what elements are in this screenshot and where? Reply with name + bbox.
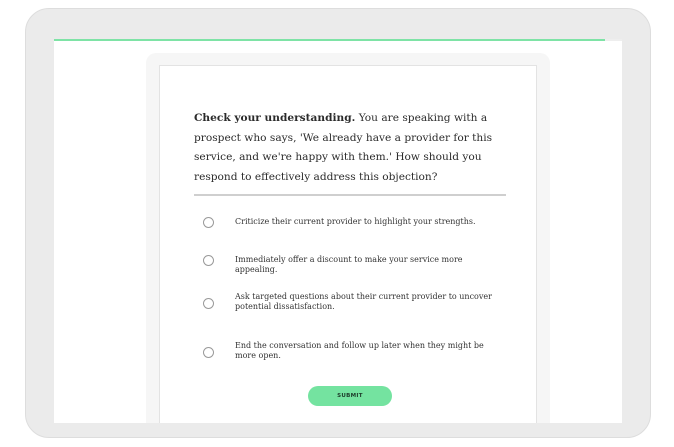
progress-bar-fill xyxy=(54,39,605,41)
lesson-screen: Check your understanding. You are speaki… xyxy=(54,39,622,423)
progress-bar xyxy=(54,39,622,41)
question-lead: Check your understanding. xyxy=(194,112,356,124)
question-divider xyxy=(194,194,506,196)
device-frame: Check your understanding. You are speaki… xyxy=(25,8,651,438)
submit-button[interactable]: SUBMIT xyxy=(308,386,392,406)
answer-option-4[interactable]: End the conversation and follow up later… xyxy=(160,338,536,368)
answer-option-3[interactable]: Ask targeted questions about their curre… xyxy=(160,289,536,319)
question-text: Check your understanding. You are speaki… xyxy=(194,109,512,187)
radio-button[interactable] xyxy=(203,255,214,266)
radio-button[interactable] xyxy=(203,217,214,228)
answer-option-label: Ask targeted questions about their curre… xyxy=(235,292,492,311)
radio-button[interactable] xyxy=(203,298,214,309)
answer-option-2[interactable]: Immediately offer a discount to make you… xyxy=(160,250,536,280)
answer-option-label: Criticize their current provider to high… xyxy=(235,217,476,226)
answer-option-1[interactable]: Criticize their current provider to high… xyxy=(160,212,536,242)
answer-option-label: End the conversation and follow up later… xyxy=(235,341,484,360)
quiz-card: Check your understanding. You are speaki… xyxy=(159,65,537,423)
answer-option-label: Immediately offer a discount to make you… xyxy=(235,255,463,274)
radio-button[interactable] xyxy=(203,347,214,358)
